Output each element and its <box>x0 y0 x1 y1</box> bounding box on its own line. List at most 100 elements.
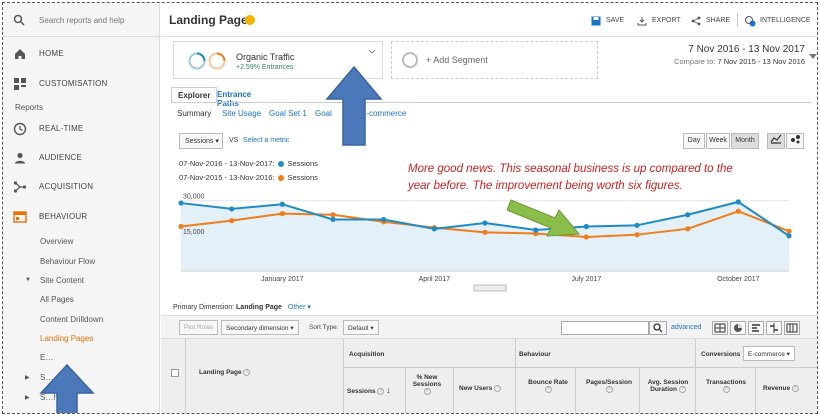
landing-page-header-label: Landing Page <box>199 369 242 377</box>
person-icon <box>13 151 27 165</box>
sidebar-subitem-content-drilldown[interactable]: Content Drilldown <box>40 315 103 324</box>
help-icon[interactable]: ? <box>722 386 730 393</box>
add-segment-label: + Add Segment <box>426 55 488 65</box>
data-point <box>685 226 691 232</box>
period-week-button[interactable]: Week <box>706 133 730 149</box>
search-icon <box>13 14 25 28</box>
select-metric-link[interactable]: Select a metric <box>243 137 289 144</box>
help-icon[interactable]: ? <box>791 385 799 392</box>
select-all-checkbox[interactable] <box>171 369 179 377</box>
new-users-column-header[interactable]: New Users ? <box>459 385 502 392</box>
legend-dot-orange <box>278 175 285 182</box>
sidebar-subitem-all-pages[interactable]: All Pages <box>40 295 74 304</box>
table-view-pivot-icon[interactable] <box>784 321 800 335</box>
secondary-dimension-label: Secondary dimension <box>226 325 289 332</box>
save-icon <box>591 16 601 28</box>
help-icon[interactable]: ? <box>605 386 613 393</box>
table-view-pie-icon[interactable] <box>730 321 746 335</box>
sidebar-subitem-exit-pages[interactable]: E… <box>40 353 53 362</box>
table-view-comparison-icon[interactable] <box>766 321 782 335</box>
main-content: Landing Pages SAVE EXPORT SHARE INTELLIG… <box>161 3 817 413</box>
primary-dimension-label: Primary Dimension: <box>173 304 235 311</box>
new-sessions-column-header[interactable]: % New Sessions? <box>409 374 445 395</box>
collapse-caret-icon[interactable]: ▶ <box>25 374 30 381</box>
dashboard-grid-icon <box>13 77 27 91</box>
toolbar-divider <box>737 13 738 27</box>
legend-dot-blue <box>278 161 285 168</box>
other-dimension-label: Other <box>287 304 306 311</box>
collapse-caret-icon[interactable]: ▶ <box>25 394 30 401</box>
line-chart-toggle[interactable] <box>767 133 785 149</box>
subtab-summary[interactable]: Summary <box>177 109 211 118</box>
sidebar-item-behaviour[interactable]: BEHAVIOUR <box>3 204 160 230</box>
table-search-input[interactable] <box>561 321 649 335</box>
revenue-column-header[interactable]: Revenue ? <box>763 385 799 392</box>
help-icon[interactable]: ? <box>377 387 385 395</box>
sidebar-item-real-time[interactable]: REAL-TIME <box>3 116 160 142</box>
chevron-down-icon[interactable] <box>368 48 376 57</box>
subtab-goal-set-1[interactable]: Goal Set 1 <box>269 109 307 118</box>
motion-chart-toggle[interactable] <box>786 133 804 149</box>
sidebar-search[interactable]: Search reports and help <box>3 3 160 37</box>
metric-select[interactable]: Sessions ▾ <box>179 133 223 149</box>
date-chevron-down-icon[interactable] <box>809 53 817 62</box>
sidebar-item-customisation[interactable]: CUSTOMISATION <box>3 71 160 97</box>
table-toolbar: Plot Rows Secondary dimension ▾ Sort Typ… <box>161 315 817 339</box>
share-label: SHARE <box>706 17 731 24</box>
tab-entrance-paths[interactable]: Entrance Paths <box>211 87 257 108</box>
period-day-button[interactable]: Day <box>683 133 705 149</box>
help-icon[interactable]: ? <box>423 388 431 395</box>
transactions-column-header[interactable]: Transactions? <box>699 379 753 393</box>
column-label: Bounce Rate <box>528 379 568 386</box>
period-month-button[interactable]: Month <box>731 133 759 149</box>
subtab-site-usage[interactable]: Site Usage <box>222 109 261 118</box>
sidebar-subitem-site-content[interactable]: Site Content <box>40 276 84 285</box>
table-view-data-icon[interactable] <box>712 321 728 335</box>
data-point <box>482 229 488 235</box>
table-header: Landing Page ? Acquisition Behaviour Con… <box>161 339 817 413</box>
help-icon[interactable]: ? <box>243 369 251 376</box>
advanced-filter-link[interactable]: advanced <box>671 324 701 331</box>
data-point <box>735 199 741 205</box>
sort-desc-arrow-icon[interactable]: ↓ <box>386 385 391 395</box>
expand-caret-icon[interactable]: ▼ <box>25 277 31 283</box>
secondary-dimension-select[interactable]: Secondary dimension ▾ <box>221 320 299 335</box>
sort-type-select[interactable]: Default ▾ <box>343 320 379 335</box>
sidebar-item-label: ACQUISITION <box>39 182 94 191</box>
add-segment-circle-icon <box>402 52 418 68</box>
sidebar-item-acquisition[interactable]: ACQUISITION <box>3 174 160 200</box>
column-label: Revenue <box>763 385 791 393</box>
plot-rows-button[interactable]: Plot Rows <box>179 320 219 335</box>
help-icon[interactable]: ? <box>544 386 552 393</box>
col-divider <box>515 339 516 413</box>
other-dimension-link[interactable]: Other ▾ <box>288 304 311 311</box>
conversion-type-select[interactable]: E-commerce ▾ <box>743 346 795 361</box>
bounce-rate-column-header[interactable]: Bounce Rate? <box>523 379 573 393</box>
help-icon[interactable]: ? <box>678 386 686 393</box>
sidebar-subitem-overview[interactable]: Overview <box>40 237 73 246</box>
pages-per-session-column-header[interactable]: Pages/Session? <box>581 379 637 393</box>
add-segment-button[interactable]: + Add Segment <box>391 41 598 79</box>
sidebar-item-label: CUSTOMISATION <box>39 79 108 88</box>
sidebar-item-home[interactable]: HOME <box>3 41 160 67</box>
home-icon <box>13 47 27 61</box>
data-point <box>330 216 336 223</box>
share-icon <box>691 16 701 28</box>
col-divider <box>695 339 696 413</box>
primary-dimension-value[interactable]: Landing Page <box>236 304 282 311</box>
date-range-picker[interactable]: 7 Nov 2016 - 13 Nov 2017 Compare to: 7 N… <box>674 44 805 66</box>
landing-page-header[interactable]: Landing Page ? <box>199 369 251 377</box>
data-point <box>431 226 437 232</box>
sessions-column-header[interactable]: Sessions ? ↓ <box>347 385 391 395</box>
legend-current: 07-Nov-2016 - 13-Nov-2017: Sessions <box>179 159 318 168</box>
legend-series: Sessions <box>287 173 318 182</box>
sidebar-subitem-behaviour-flow[interactable]: Behaviour Flow <box>40 257 95 266</box>
help-icon[interactable]: ? <box>494 385 502 392</box>
table-search-button[interactable] <box>649 321 667 335</box>
sidebar-item-audience[interactable]: AUDIENCE <box>3 145 160 171</box>
sidebar-item-label: BEHAVIOUR <box>39 212 88 221</box>
table-view-performance-icon[interactable] <box>748 321 764 335</box>
avg-session-duration-column-header[interactable]: Avg. Session Duration ? <box>643 379 693 393</box>
segment-rings-icon <box>188 52 230 72</box>
sidebar-subitem-landing-pages[interactable]: Landing Pages <box>40 334 93 343</box>
